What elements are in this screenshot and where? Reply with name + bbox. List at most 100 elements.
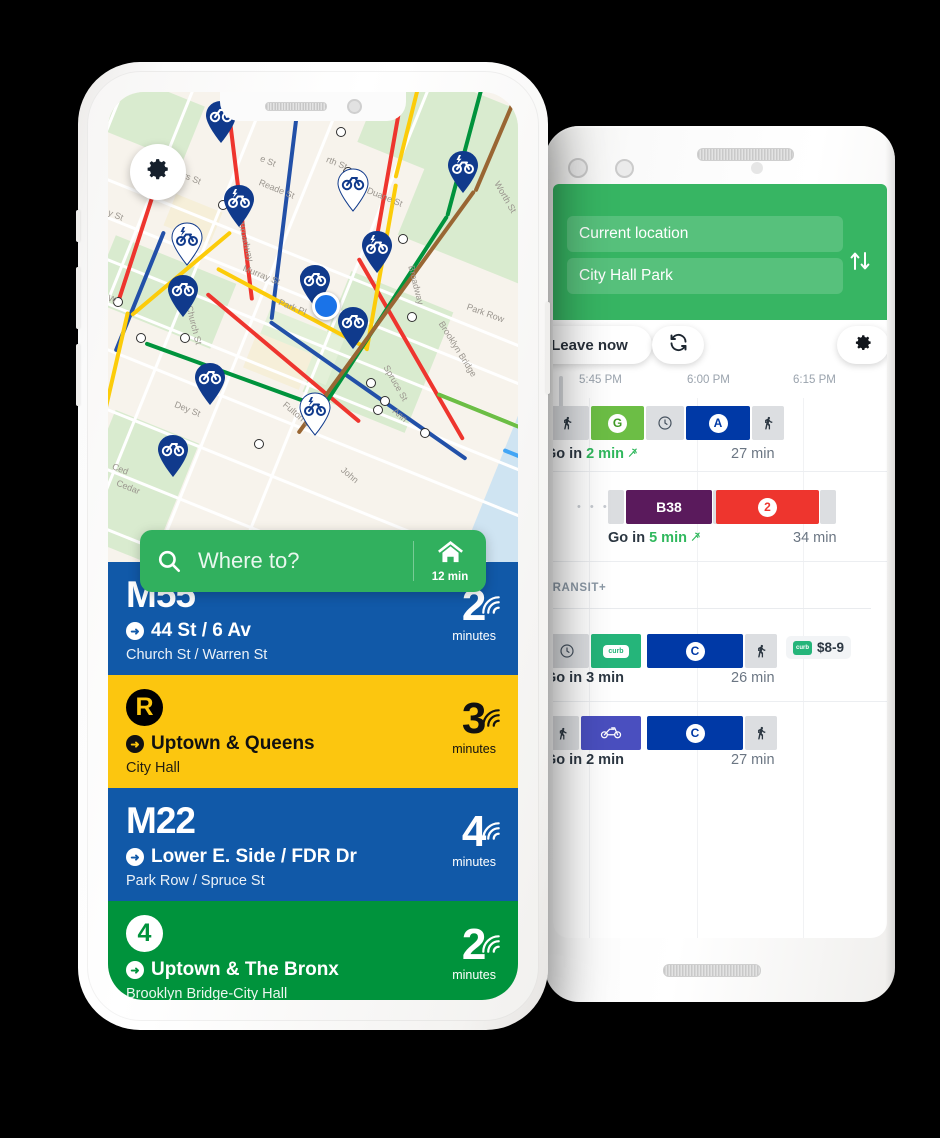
route-stop: Brooklyn Bridge-City Hall	[126, 986, 288, 1000]
leave-now-button[interactable]: Leave now	[553, 326, 652, 364]
android-top-bezel	[545, 126, 895, 184]
leave-now-label: Leave now	[553, 336, 628, 354]
line-badge-2: 2	[758, 497, 777, 517]
timeline-tick: 6:15 PM	[793, 374, 836, 386]
iphone-screen: Chambers St Reade St Duane St Worth St M…	[108, 92, 518, 1000]
bikeshare-pin[interactable]	[166, 274, 200, 318]
go-prefix: Go in	[553, 752, 583, 768]
android-screen: Current location City Hall Park Leave no…	[553, 184, 887, 938]
departure-card[interactable]: M22 ➜ Lower E. Side / FDR Dr Park Row / …	[108, 788, 518, 901]
route-leg-line: C	[647, 716, 743, 750]
power-button[interactable]	[546, 302, 550, 394]
route-row[interactable]: curb C curb $8-9 Go in 3 min 26 min	[553, 620, 887, 702]
bikeshare-pin[interactable]	[298, 392, 332, 436]
moped-icon	[600, 724, 622, 742]
walking-icon	[745, 716, 777, 750]
bikeshare-pin[interactable]	[360, 230, 394, 274]
destination-input[interactable]: City Hall Park	[567, 258, 843, 294]
bikeshare-pin[interactable]	[193, 362, 227, 406]
timeline-tick: 6:00 PM	[687, 374, 730, 386]
bikeshare-pin[interactable]	[222, 184, 256, 228]
android-bottom-speaker	[663, 964, 761, 977]
map-settings-button[interactable]	[130, 144, 186, 200]
direction-arrow-icon: ➜	[126, 622, 144, 640]
search-bar[interactable]: Where to? 12 min	[140, 530, 486, 592]
go-value: 2 min	[586, 752, 624, 768]
map-view[interactable]: Chambers St Reade St Duane St Worth St M…	[108, 92, 518, 562]
route-destination-row: ➜ Uptown & The Bronx	[126, 959, 500, 981]
line-badge: R	[126, 689, 163, 726]
eta-label: minutes	[452, 741, 496, 756]
route-leg-line: 2	[716, 490, 819, 524]
volume-up-button[interactable]	[76, 267, 80, 329]
route-destination-row: ➜ 44 St / 6 Av	[126, 620, 500, 642]
route-destination: 44 St / 6 Av	[151, 620, 251, 641]
android-phone-device: Current location City Hall Park Leave no…	[545, 126, 895, 1002]
route-departure: Go in 5 min	[608, 530, 701, 546]
departure-card[interactable]: 4 ➜ Uptown & The Bronx Brooklyn Bridge-C…	[108, 901, 518, 1000]
home-eta: 12 min	[431, 570, 469, 583]
bikeshare-pin[interactable]	[446, 150, 480, 194]
clock-icon	[646, 406, 684, 440]
android-front-camera-icon	[568, 158, 588, 178]
route-row[interactable]: G A Go in 2 min	[553, 398, 887, 472]
android-control-bar: Leave now	[553, 320, 887, 374]
route-leg-rideshare: curb	[591, 634, 641, 668]
walking-icon	[608, 490, 624, 524]
gear-icon	[145, 156, 171, 189]
route-stop: Church St / Warren St	[126, 647, 268, 663]
refresh-icon	[668, 332, 689, 359]
walking-icon	[745, 634, 777, 668]
eta-minutes: 2	[462, 923, 501, 967]
clock-icon	[553, 634, 589, 668]
iphone-notch	[220, 92, 406, 121]
direction-arrow-icon: ➜	[126, 848, 144, 866]
walking-icon	[752, 406, 784, 440]
go-value: 3 min	[586, 670, 624, 686]
route-code: M22	[126, 800, 196, 841]
direction-arrow-icon: ➜	[126, 961, 144, 979]
home-shortcut-button[interactable]: 12 min	[414, 540, 486, 583]
android-search-header: Current location City Hall Park	[553, 184, 887, 320]
refresh-button[interactable]	[652, 326, 704, 364]
curb-icon: curb	[793, 640, 812, 655]
route-duration: 27 min	[731, 752, 775, 768]
curb-icon: curb	[603, 644, 629, 658]
line-badge-C: C	[685, 723, 705, 743]
gear-icon	[854, 333, 873, 357]
search-icon	[140, 548, 198, 574]
walking-icon	[820, 490, 836, 524]
origin-input[interactable]: Current location	[567, 216, 843, 252]
bikeshare-pin[interactable]	[336, 168, 370, 212]
live-icon	[480, 695, 502, 735]
eta-minutes: 3	[462, 697, 501, 741]
bikeshare-pin[interactable]	[156, 434, 190, 478]
search-placeholder: Where to?	[198, 548, 300, 573]
origin-value: Current location	[579, 225, 689, 242]
route-departure: Go in 3 min	[553, 670, 624, 686]
eta-label: minutes	[452, 628, 496, 643]
mute-switch[interactable]	[76, 210, 80, 242]
route-duration: 26 min	[731, 670, 775, 686]
android-settings-button[interactable]	[837, 326, 887, 364]
go-prefix: Go in	[553, 670, 583, 686]
go-value: 5 min	[649, 530, 687, 546]
departure-card[interactable]: R ➜ Uptown & Queens City Hall 3 minutes	[108, 675, 518, 788]
screenshot-stage: Current location City Hall Park Leave no…	[0, 0, 940, 1138]
android-bottom-bezel	[545, 938, 895, 1002]
bikeshare-pin[interactable]	[336, 306, 370, 350]
eta-minutes: 4	[462, 810, 501, 854]
route-leg-line: C	[647, 634, 743, 668]
route-destination-row: ➜ Lower E. Side / FDR Dr	[126, 846, 500, 868]
swap-vertical-icon[interactable]	[845, 246, 875, 276]
destination-value: City Hall Park	[579, 267, 673, 284]
line-badge-C: C	[685, 641, 705, 661]
route-row[interactable]: C Go in 2 min 27 min	[553, 702, 887, 784]
go-value: 2 min	[586, 446, 624, 462]
departure-eta: 2 minutes	[452, 584, 501, 643]
current-location-dot	[312, 292, 340, 320]
route-row[interactable]: • • • • B38 2 Go in 5 min 34 min	[553, 472, 887, 562]
bikeshare-pin[interactable]	[170, 222, 204, 266]
volume-down-button[interactable]	[76, 344, 80, 406]
live-icon	[628, 446, 638, 462]
